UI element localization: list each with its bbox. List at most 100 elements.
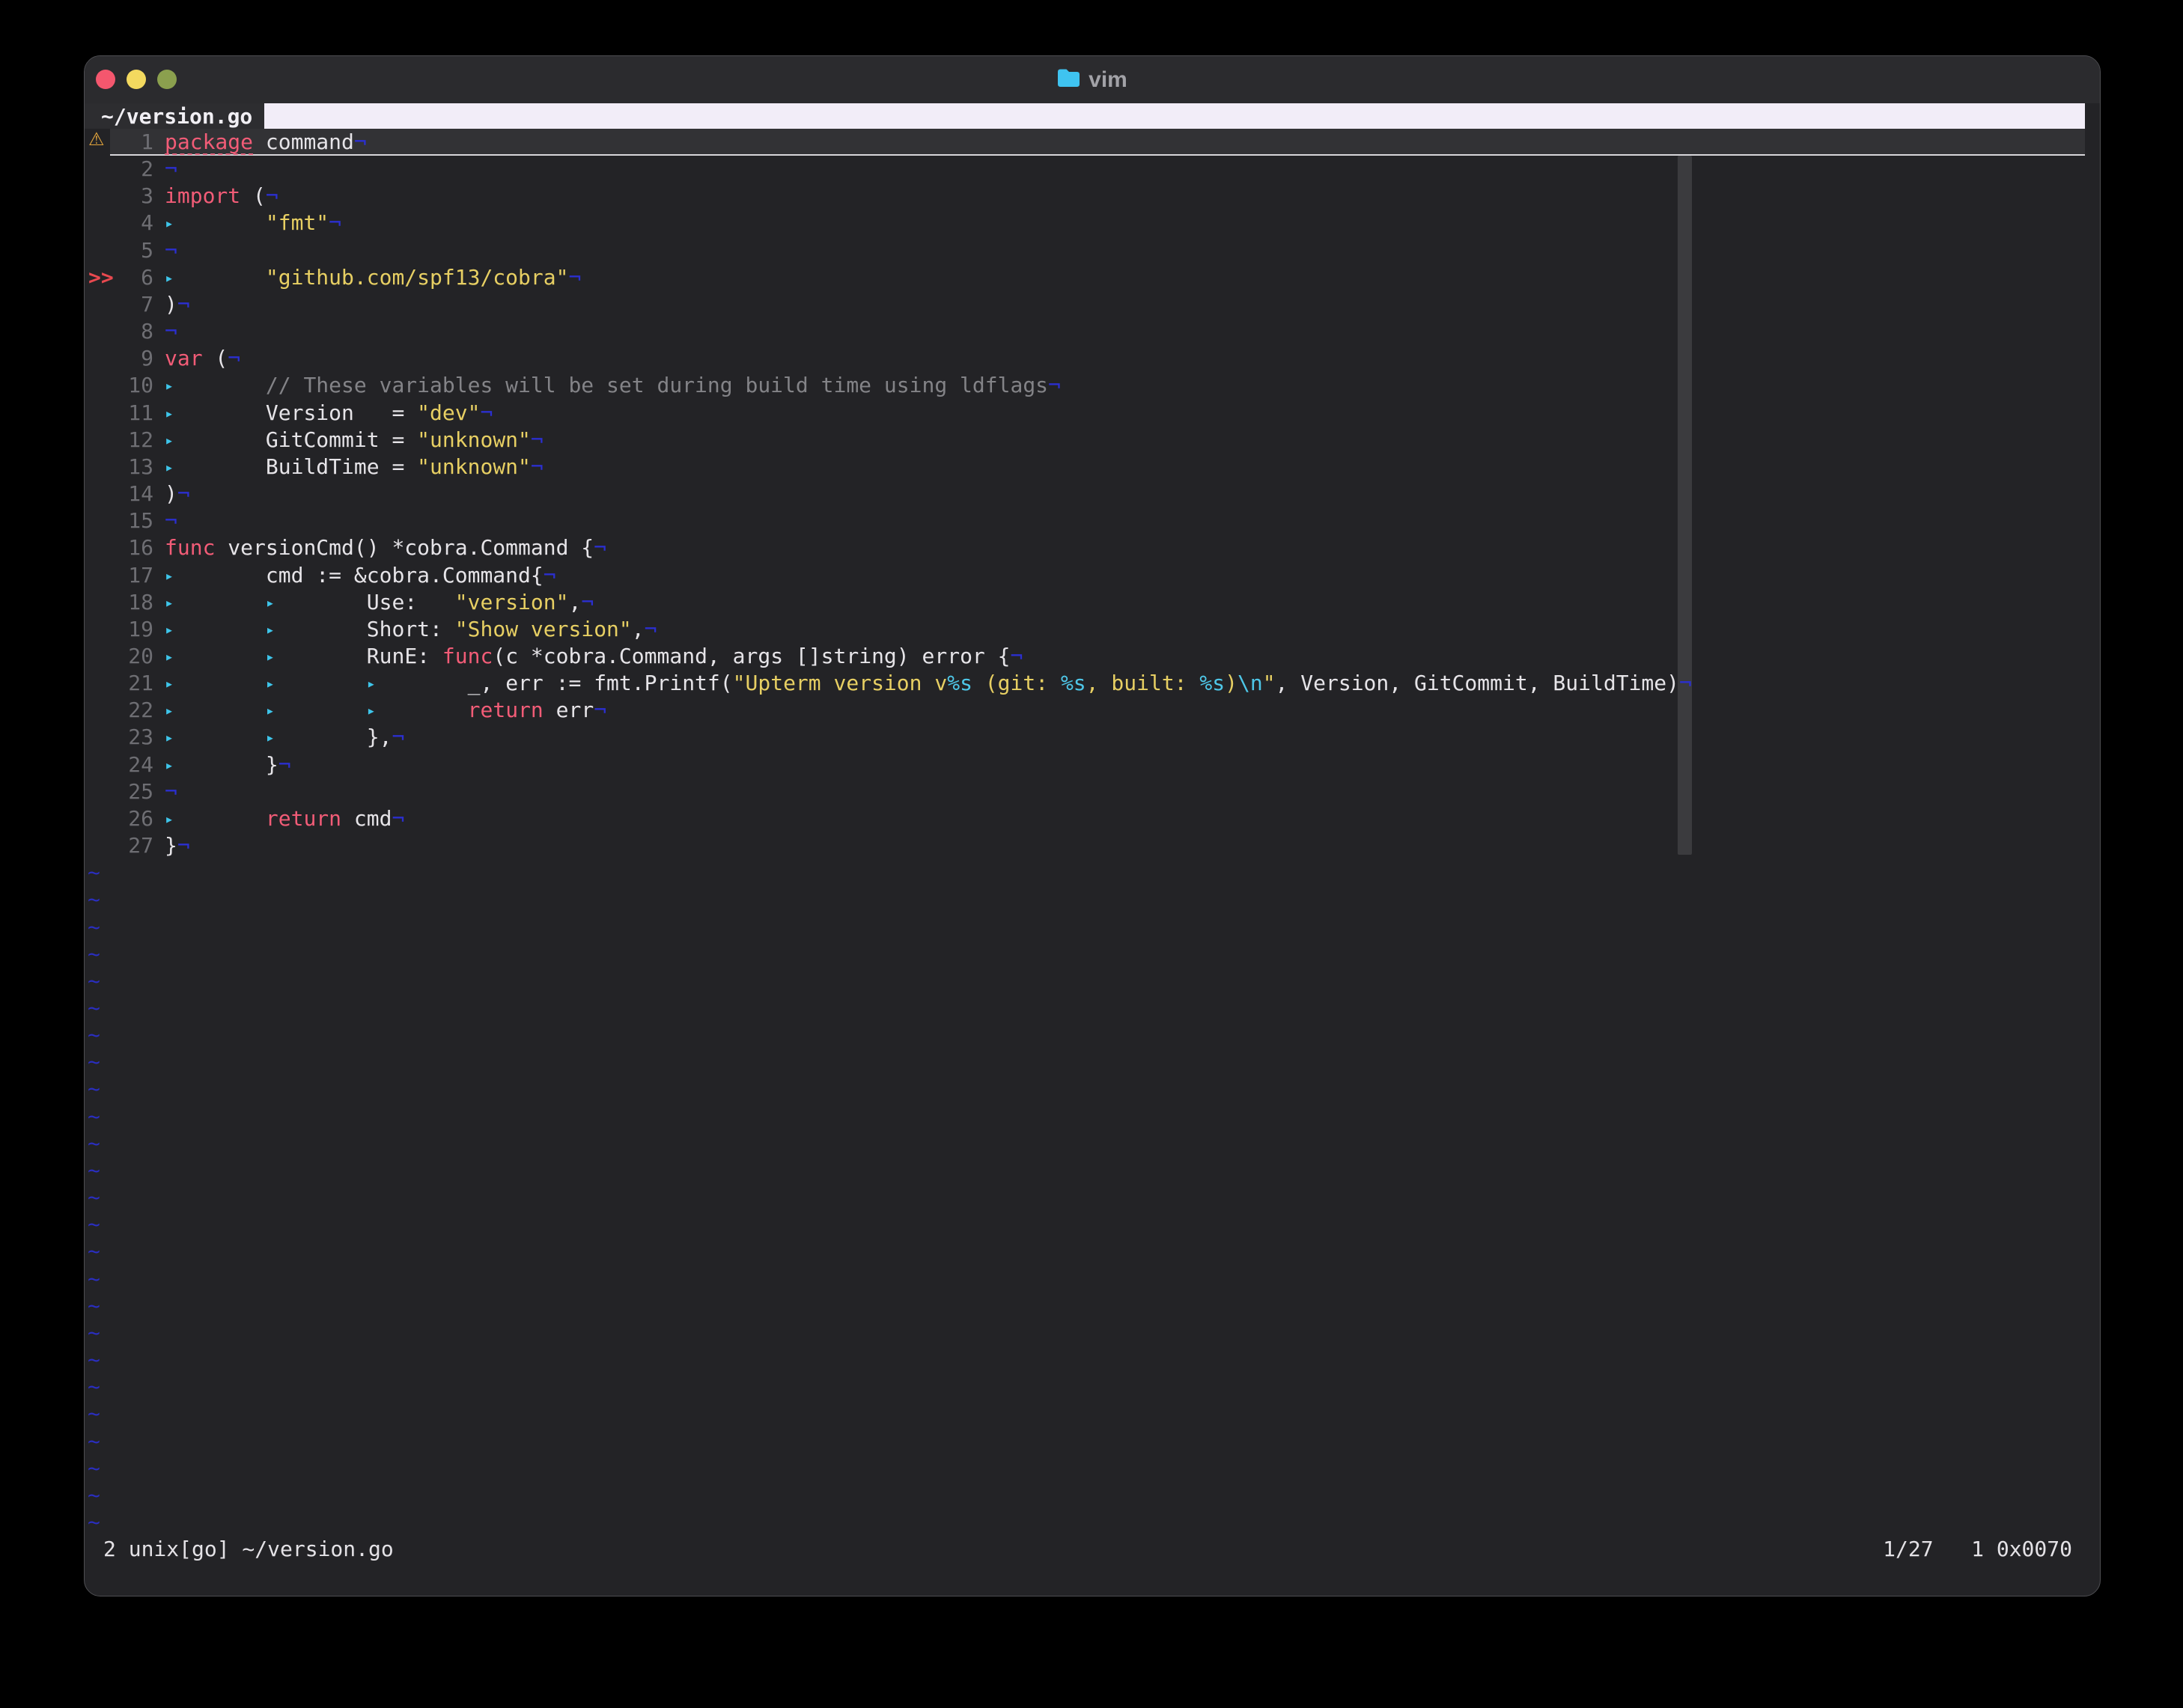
tilde-marker-icon: ~ (88, 914, 100, 941)
code-segment: ( (203, 346, 228, 370)
code-segment: BuildTime = (266, 454, 417, 479)
code-segment: , (568, 590, 581, 614)
editor-lines: ⚠1package command¬2¬3import (¬4▸"fmt"¬5¬… (85, 129, 2100, 1536)
empty-line: ~ (85, 968, 2085, 995)
code-segment: ( (240, 183, 266, 208)
code-text: ▸"github.com/spf13/cobra"¬ (165, 264, 581, 291)
code-segment: return (266, 806, 341, 831)
code-line[interactable]: >>6▸"github.com/spf13/cobra"¬ (85, 264, 2085, 291)
tilde-marker-icon: ~ (88, 859, 100, 886)
code-line[interactable]: 11▸Version = "dev"¬ (85, 400, 2085, 427)
code-text: }¬ (165, 832, 190, 859)
code-line[interactable]: 14)¬ (85, 481, 2085, 507)
line-number: 2 (110, 156, 153, 183)
code-line[interactable]: 26▸return cmd¬ (85, 805, 2085, 832)
code-text: ¬ (165, 507, 177, 534)
tilde-marker-icon: ~ (88, 1184, 100, 1211)
code-segment: _, err := fmt.Printf( (468, 671, 733, 695)
eol-marker-icon: ¬ (581, 590, 594, 614)
code-segment: "dev" (417, 400, 480, 425)
code-line[interactable]: 5¬ (85, 237, 2085, 264)
code-line[interactable]: 22▸▸▸return err¬ (85, 697, 2085, 724)
empty-line: ~ (85, 1184, 2085, 1211)
tilde-marker-icon: ~ (88, 1266, 100, 1293)
code-segment: func (442, 644, 493, 668)
tab-marker-icon: ▸ (165, 643, 266, 670)
code-segment: %s (1199, 671, 1225, 695)
code-segment: package (165, 129, 253, 154)
code-segment: "github.com/spf13/cobra" (266, 265, 569, 290)
code-line[interactable]: 4▸"fmt"¬ (85, 210, 2085, 237)
eol-marker-icon: ¬ (165, 238, 177, 263)
code-line[interactable]: 21▸▸▸_, err := fmt.Printf("Upterm versio… (85, 670, 2085, 697)
eol-marker-icon: ¬ (480, 400, 493, 425)
eol-marker-icon: ¬ (1011, 644, 1023, 668)
code-segment: ) (165, 481, 177, 506)
empty-line: ~ (85, 886, 2085, 913)
code-text: ▸BuildTime = "unknown"¬ (165, 454, 544, 481)
tilde-marker-icon: ~ (88, 941, 100, 968)
code-line[interactable]: 16func versionCmd() *cobra.Command {¬ (85, 534, 2085, 561)
code-text: package command¬ (165, 129, 367, 156)
tilde-marker-icon: ~ (88, 968, 100, 995)
eol-marker-icon: ¬ (1048, 373, 1061, 397)
window-title-group: vim (85, 56, 2100, 103)
code-line[interactable]: 27}¬ (85, 832, 2085, 859)
code-line[interactable]: 20▸▸RunE: func(c *cobra.Command, args []… (85, 643, 2085, 670)
empty-line: ~ (85, 1076, 2085, 1102)
line-number: 3 (110, 183, 153, 210)
editor-area[interactable]: ⚠1package command¬2¬3import (¬4▸"fmt"¬5¬… (85, 129, 2100, 1563)
code-line[interactable]: 9var (¬ (85, 345, 2085, 372)
code-segment: }, (367, 725, 392, 749)
code-line[interactable]: 17▸cmd := &cobra.Command{¬ (85, 562, 2085, 589)
eol-marker-icon: ¬ (392, 806, 404, 831)
empty-line: ~ (85, 995, 2085, 1022)
line-number: 5 (110, 237, 153, 264)
line-number: 4 (110, 210, 153, 237)
code-segment: cmd := &cobra.Command{ (266, 563, 544, 588)
line-number: 20 (110, 643, 153, 670)
code-line[interactable]: 19▸▸Short: "Show version",¬ (85, 616, 2085, 643)
code-line[interactable]: 13▸BuildTime = "unknown"¬ (85, 454, 2085, 481)
code-line[interactable]: 3import (¬ (85, 183, 2085, 210)
tab-marker-icon: ▸ (165, 264, 266, 291)
tab-version-go[interactable]: ~/version.go (85, 103, 264, 129)
title-bar[interactable]: vim (85, 56, 2100, 103)
code-segment: (git: (972, 671, 1061, 695)
eol-marker-icon: ¬ (354, 129, 367, 154)
code-text: )¬ (165, 291, 190, 318)
code-line[interactable]: 8¬ (85, 318, 2085, 345)
code-line[interactable]: 10▸// These variables will be set during… (85, 372, 2085, 399)
tilde-marker-icon: ~ (88, 1211, 100, 1238)
code-segment: "Upterm version v (733, 671, 948, 695)
tab-marker-icon: ▸ (165, 697, 266, 724)
code-line[interactable]: ⚠1package command¬ (85, 129, 2085, 156)
code-line[interactable]: 2¬ (85, 156, 2085, 183)
code-segment: } (266, 752, 278, 777)
tilde-marker-icon: ~ (88, 1509, 100, 1536)
code-segment: \n (1237, 671, 1263, 695)
code-line[interactable]: 12▸GitCommit = "unknown"¬ (85, 427, 2085, 454)
code-line[interactable]: 25¬ (85, 778, 2085, 805)
line-number: 25 (110, 778, 153, 805)
eol-marker-icon: ¬ (177, 292, 190, 317)
code-line[interactable]: 18▸▸Use: "version",¬ (85, 589, 2085, 616)
code-segment: Use: (367, 590, 455, 614)
eol-marker-icon: ¬ (531, 454, 544, 479)
status-line: 2 unix[go] ~/version.go 1/27 1 0x0070 (85, 1536, 2085, 1563)
code-line[interactable]: 24▸}¬ (85, 751, 2085, 778)
code-line[interactable]: 23▸▸},¬ (85, 724, 2085, 751)
tab-marker-icon: ▸ (266, 670, 367, 697)
code-segment: (c *cobra.Command, args []string) error … (493, 644, 1010, 668)
line-number: 15 (110, 507, 153, 534)
code-segment: "unknown" (417, 454, 531, 479)
eol-marker-icon: ¬ (531, 427, 544, 452)
eol-marker-icon: ¬ (228, 346, 240, 370)
code-text: ▸▸Use: "version",¬ (165, 589, 594, 616)
code-line[interactable]: 7)¬ (85, 291, 2085, 318)
empty-line: ~ (85, 914, 2085, 941)
code-text: ▸return cmd¬ (165, 805, 404, 832)
line-number: 21 (110, 670, 153, 697)
code-segment: } (165, 833, 177, 858)
code-line[interactable]: 15 ¬ (85, 507, 2085, 534)
